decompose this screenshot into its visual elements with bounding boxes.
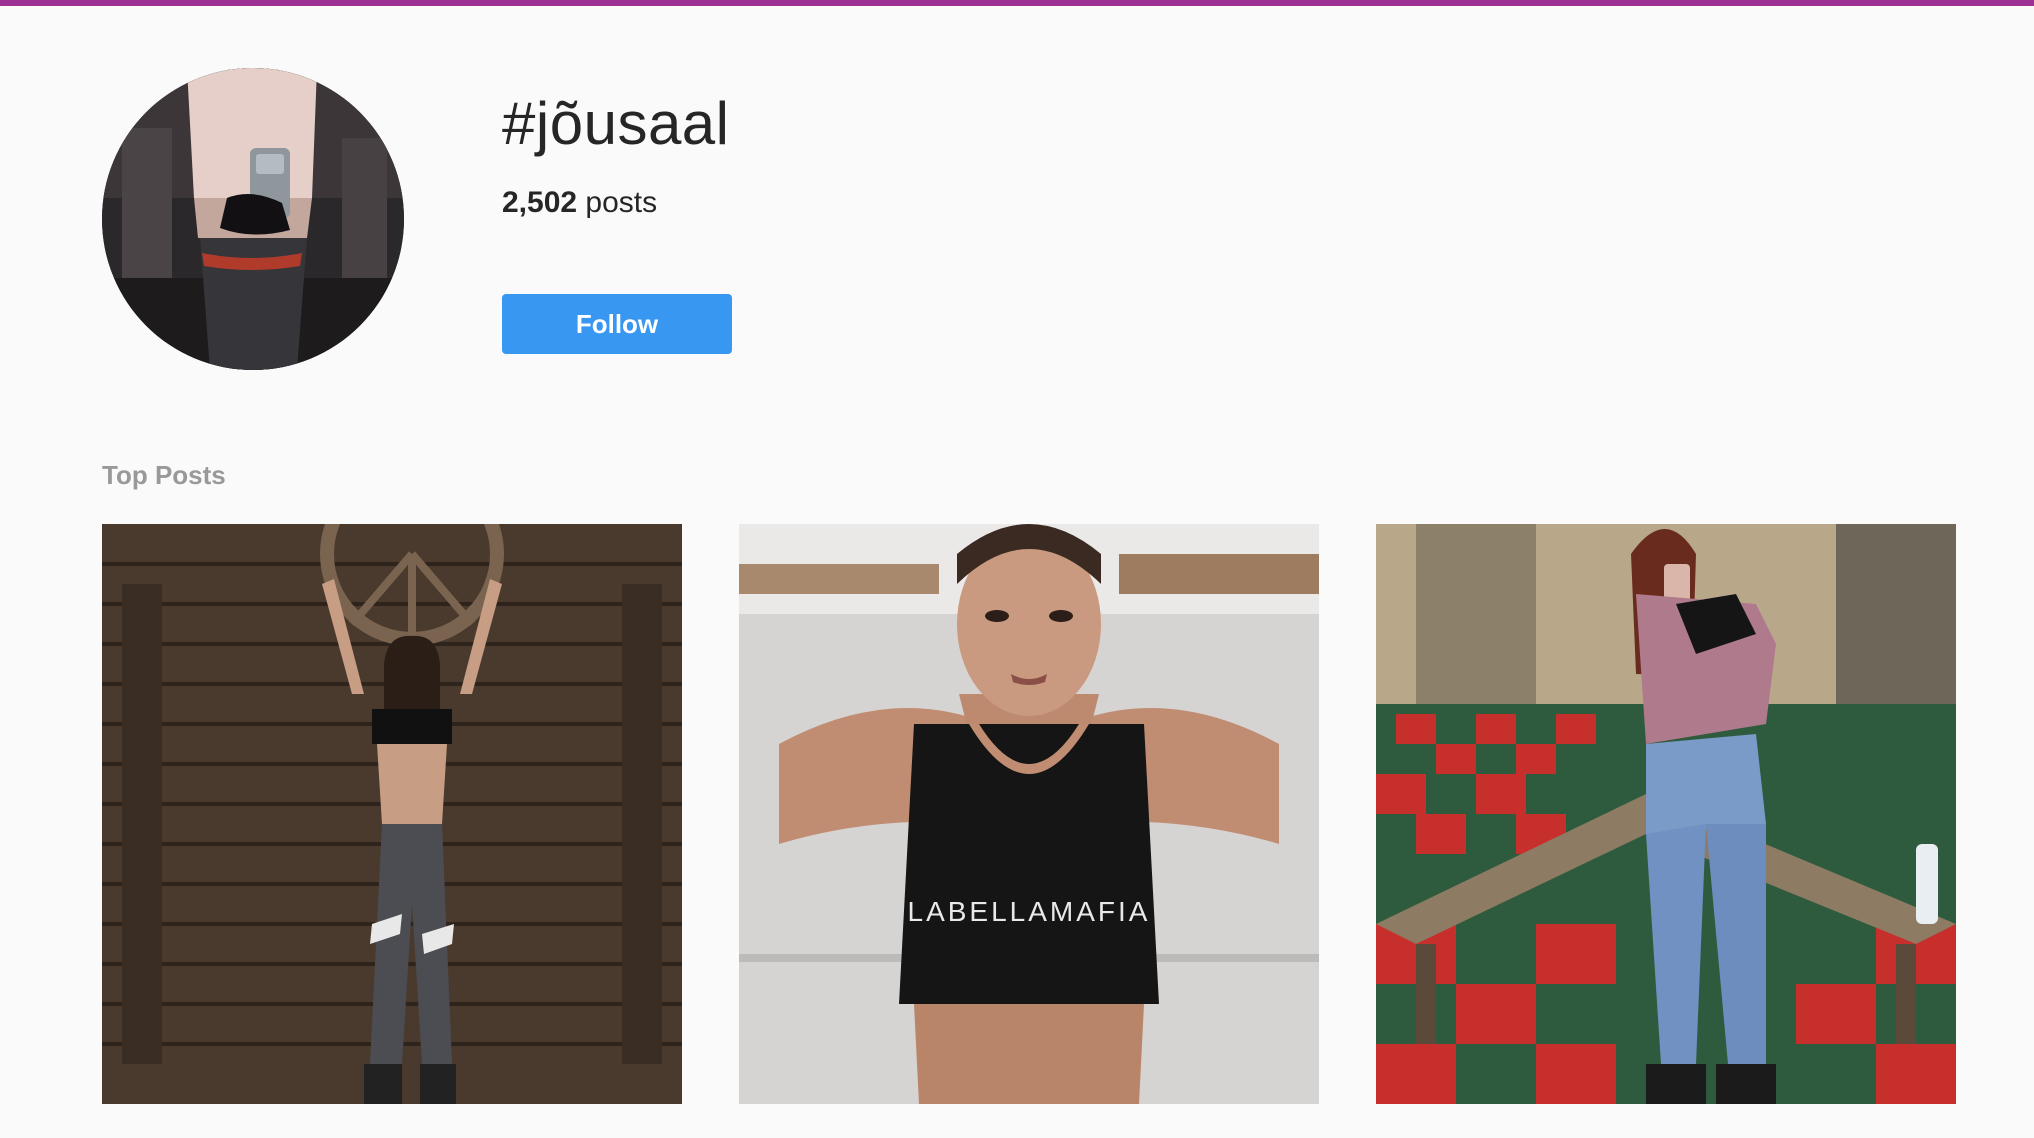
top-posts-title: Top Posts [102, 460, 226, 490]
post-photo-wood-wall [102, 524, 682, 1104]
hashtag-header: #jõusaal 2,502 posts Follow [102, 68, 1952, 370]
post-photo-sports-bra: LABELLAMAFIA [739, 524, 1319, 1104]
hashtag-info: #jõusaal 2,502 posts Follow [502, 68, 1402, 354]
post-count-label: posts [585, 186, 658, 219]
top-post-3[interactable] [1376, 524, 1956, 1104]
top-post-2[interactable]: LABELLAMAFIA [739, 524, 1319, 1104]
post-2-printed-text: LABELLAMAFIA [908, 896, 1151, 927]
top-accent-bar [0, 0, 2034, 6]
post-photo-mirror-selfie [1376, 524, 1956, 1104]
hashtag-title: #jõusaal [502, 90, 730, 157]
top-posts-grid: LABELLAMAFIA [102, 524, 1956, 1104]
hashtag-avatar [102, 68, 404, 370]
follow-button[interactable]: Follow [502, 294, 732, 354]
top-post-1[interactable] [102, 524, 682, 1104]
post-count-number: 2,502 [502, 186, 578, 219]
avatar-photo-mirror-selfie [102, 68, 404, 370]
post-count: 2,502 posts [502, 188, 1402, 218]
